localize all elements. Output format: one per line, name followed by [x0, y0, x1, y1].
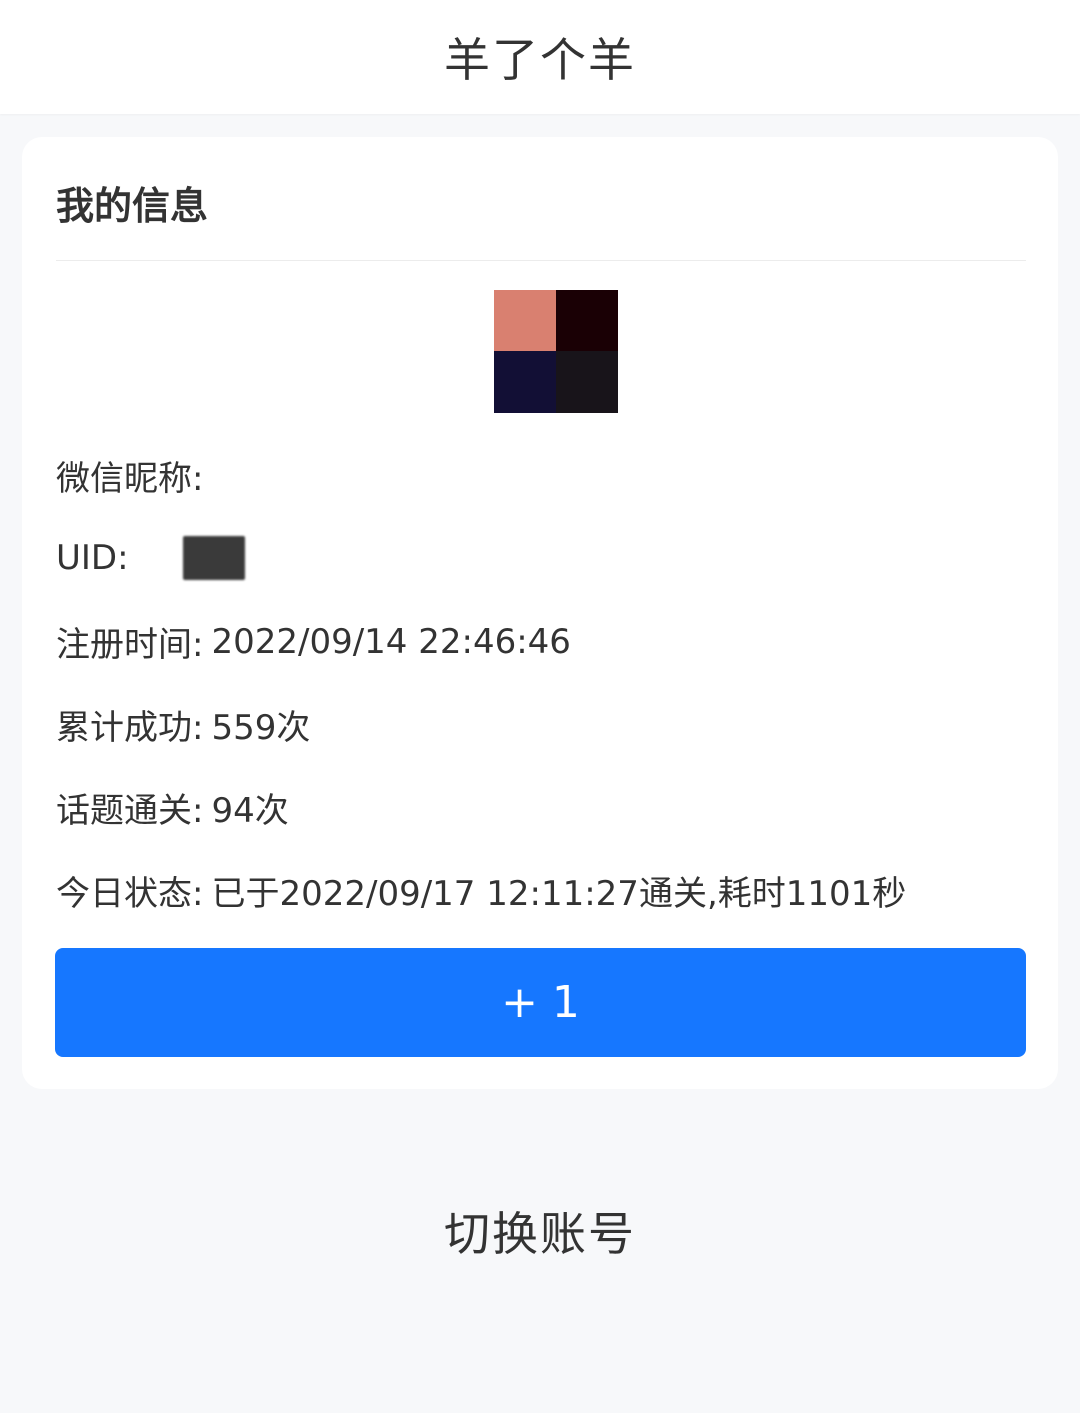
avatar-quadrant [556, 290, 618, 351]
uid-redacted [182, 536, 245, 580]
today-status-row: 今日状态: 已于2022/09/17 12:11:27通关,耗时1101秒 [56, 866, 906, 915]
card-divider [56, 260, 1026, 261]
today-status-value: 已于2022/09/17 12:11:27通关,耗时1101秒 [211, 874, 907, 914]
top-bar: 羊了个羊 [0, 0, 1080, 114]
nickname-row: 微信昵称: [56, 451, 211, 500]
uid-label: UID: [56, 538, 129, 578]
register-time-label: 注册时间: [56, 625, 204, 665]
success-count-label: 累计成功: [56, 708, 204, 748]
my-info-card: 我的信息 微信昵称: UID: 注册时间: 2022/09/14 22:46:4… [22, 137, 1058, 1089]
register-time-value: 2022/09/14 22:46:46 [211, 621, 571, 662]
avatar-quadrant [494, 351, 556, 413]
topic-clear-value: 94次 [211, 791, 289, 831]
plus-one-button[interactable]: + 1 [55, 948, 1026, 1057]
nickname-label: 微信昵称: [56, 459, 204, 499]
switch-account-button[interactable]: 切换账号 [0, 1198, 1080, 1264]
success-count-value: 559次 [211, 708, 311, 748]
topic-clear-row: 话题通关: 94次 [56, 783, 289, 832]
success-count-row: 累计成功: 559次 [56, 700, 310, 749]
topic-clear-label: 话题通关: [56, 791, 204, 831]
uid-row: UID: [56, 534, 245, 582]
today-status-label: 今日状态: [56, 874, 204, 914]
card-title: 我的信息 [56, 184, 209, 228]
avatar-quadrant [556, 351, 618, 413]
app-title: 羊了个羊 [444, 33, 636, 87]
avatar [494, 290, 618, 413]
register-time-row: 注册时间: 2022/09/14 22:46:46 [56, 617, 571, 666]
avatar-quadrant [494, 290, 556, 351]
